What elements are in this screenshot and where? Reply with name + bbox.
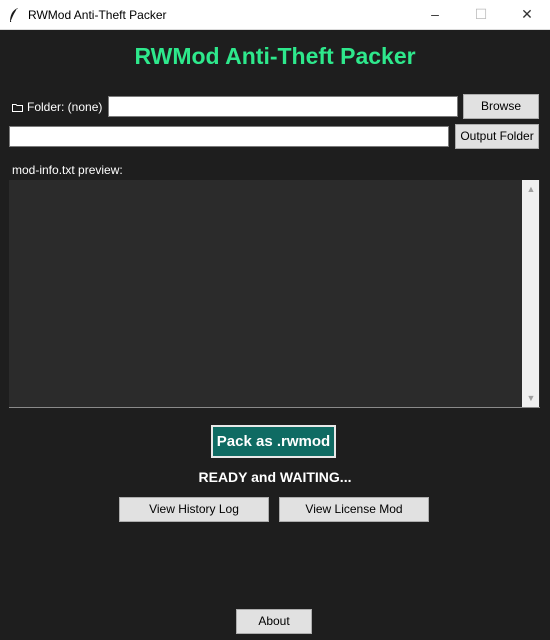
window-title: RWMod Anti-Theft Packer <box>28 8 167 22</box>
output-folder-input[interactable] <box>9 126 449 147</box>
minimize-button[interactable]: – <box>412 0 458 29</box>
preview-label: mod-info.txt preview: <box>12 163 123 177</box>
feather-icon <box>10 8 18 22</box>
scroll-up-icon[interactable]: ▲ <box>526 184 536 194</box>
status-text: READY and WAITING... <box>198 469 352 485</box>
scroll-down-icon[interactable]: ▼ <box>526 393 536 403</box>
mod-info-preview[interactable] <box>9 180 540 408</box>
close-button[interactable]: ✕ <box>504 0 550 29</box>
maximize-button[interactable]: ☐ <box>458 0 504 29</box>
folder-icon <box>12 104 23 112</box>
folder-path-input[interactable] <box>108 96 458 117</box>
title-bar: RWMod Anti-Theft Packer – ☐ ✕ <box>0 0 550 30</box>
preview-scrollbar[interactable]: ▲ ▼ <box>522 180 539 407</box>
output-folder-button[interactable]: Output Folder <box>455 124 539 149</box>
about-button[interactable]: About <box>236 609 312 634</box>
folder-label: Folder: (none) <box>12 100 102 114</box>
app-heading: RWMod Anti-Theft Packer <box>134 43 416 69</box>
folder-label-text: Folder: (none) <box>27 100 103 114</box>
pack-button[interactable]: Pack as .rwmod <box>211 425 336 458</box>
view-license-button[interactable]: View License Mod <box>279 497 429 522</box>
browse-button[interactable]: Browse <box>463 94 539 119</box>
view-history-button[interactable]: View History Log <box>119 497 269 522</box>
